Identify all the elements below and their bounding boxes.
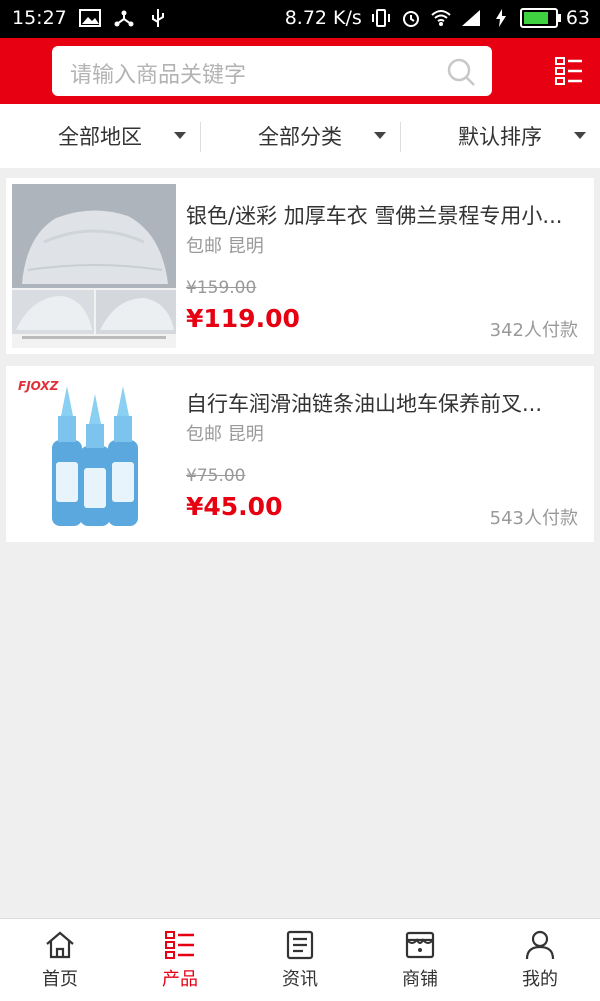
filter-category-label: 全部分类: [258, 125, 342, 149]
product-sales-count: 543人付款: [489, 508, 578, 529]
filter-region-label: 全部地区: [58, 125, 142, 149]
caret-down-icon: [574, 132, 586, 139]
product-card[interactable]: 银色/迷彩 加厚车衣 雪佛兰景程专用小... 包邮 昆明 ¥159.00 ¥11…: [6, 178, 594, 354]
product-price: ¥45.00: [186, 492, 283, 521]
product-original-price: ¥75.00: [186, 466, 246, 486]
search-input[interactable]: 请输入商品关键字: [52, 46, 492, 96]
product-tags: 包邮 昆明: [186, 424, 264, 445]
tab-news[interactable]: 资讯: [240, 919, 360, 1001]
filter-bar: 全部地区 全部分类 默认排序: [0, 104, 600, 168]
image-icon: [78, 9, 101, 27]
product-image: [12, 184, 176, 348]
battery-level: 63: [565, 7, 590, 29]
search-icon[interactable]: [446, 57, 476, 87]
top-header: 请输入商品关键字: [0, 38, 600, 104]
caret-down-icon: [374, 132, 386, 139]
tab-shops-label: 商铺: [402, 969, 438, 990]
filter-region[interactable]: 全部地区: [0, 104, 200, 168]
news-icon: [286, 930, 314, 960]
status-bar: 15:27 8.72 K/s 63: [0, 0, 600, 38]
caret-down-icon: [174, 132, 186, 139]
product-sales-count: 342人付款: [489, 320, 578, 341]
battery-icon: [519, 8, 561, 28]
store-icon: [405, 931, 435, 959]
wifi-icon: [431, 10, 451, 26]
network-speed: 8.72 K/s: [284, 7, 362, 29]
brand-logo-text: FJOXZ: [18, 379, 59, 393]
product-image: FJOXZ: [12, 372, 176, 536]
product-price: ¥119.00: [186, 304, 300, 333]
tab-mine-label: 我的: [522, 969, 558, 990]
filter-sort[interactable]: 默认排序: [400, 104, 600, 168]
product-original-price: ¥159.00: [186, 278, 257, 298]
charging-icon: [495, 9, 506, 27]
home-icon: [46, 931, 74, 959]
tab-news-label: 资讯: [282, 969, 318, 990]
share-icon: [114, 10, 134, 27]
product-card[interactable]: FJOXZ 自行车润滑油链条油山地车保养前叉... 包邮 昆明 ¥75.00 ¥…: [6, 366, 594, 542]
product-tags: 包邮 昆明: [186, 236, 264, 257]
product-title[interactable]: 银色/迷彩 加厚车衣 雪佛兰景程专用小...: [186, 200, 581, 230]
category-menu-icon[interactable]: [554, 56, 584, 86]
tab-home-label: 首页: [42, 969, 78, 990]
vibrate-icon: [371, 9, 390, 27]
user-icon: [525, 930, 555, 960]
alarm-icon: [402, 11, 419, 27]
tab-products-label: 产品: [162, 969, 198, 990]
tab-shops[interactable]: 商铺: [360, 919, 480, 1001]
status-time: 15:27: [12, 7, 67, 29]
usb-icon: [151, 9, 164, 27]
tab-mine[interactable]: 我的: [480, 919, 600, 1001]
filter-category[interactable]: 全部分类: [200, 104, 400, 168]
bottom-tab-bar: 首页 产品 资讯 商铺 我的: [0, 918, 600, 1001]
filter-sort-label: 默认排序: [458, 125, 542, 149]
tab-products[interactable]: 产品: [120, 919, 240, 1001]
search-placeholder: 请输入商品关键字: [70, 63, 247, 88]
list-icon: [165, 931, 194, 959]
product-title[interactable]: 自行车润滑油链条油山地车保养前叉...: [186, 388, 581, 418]
signal-icon: [461, 10, 480, 26]
tab-home[interactable]: 首页: [0, 919, 120, 1001]
